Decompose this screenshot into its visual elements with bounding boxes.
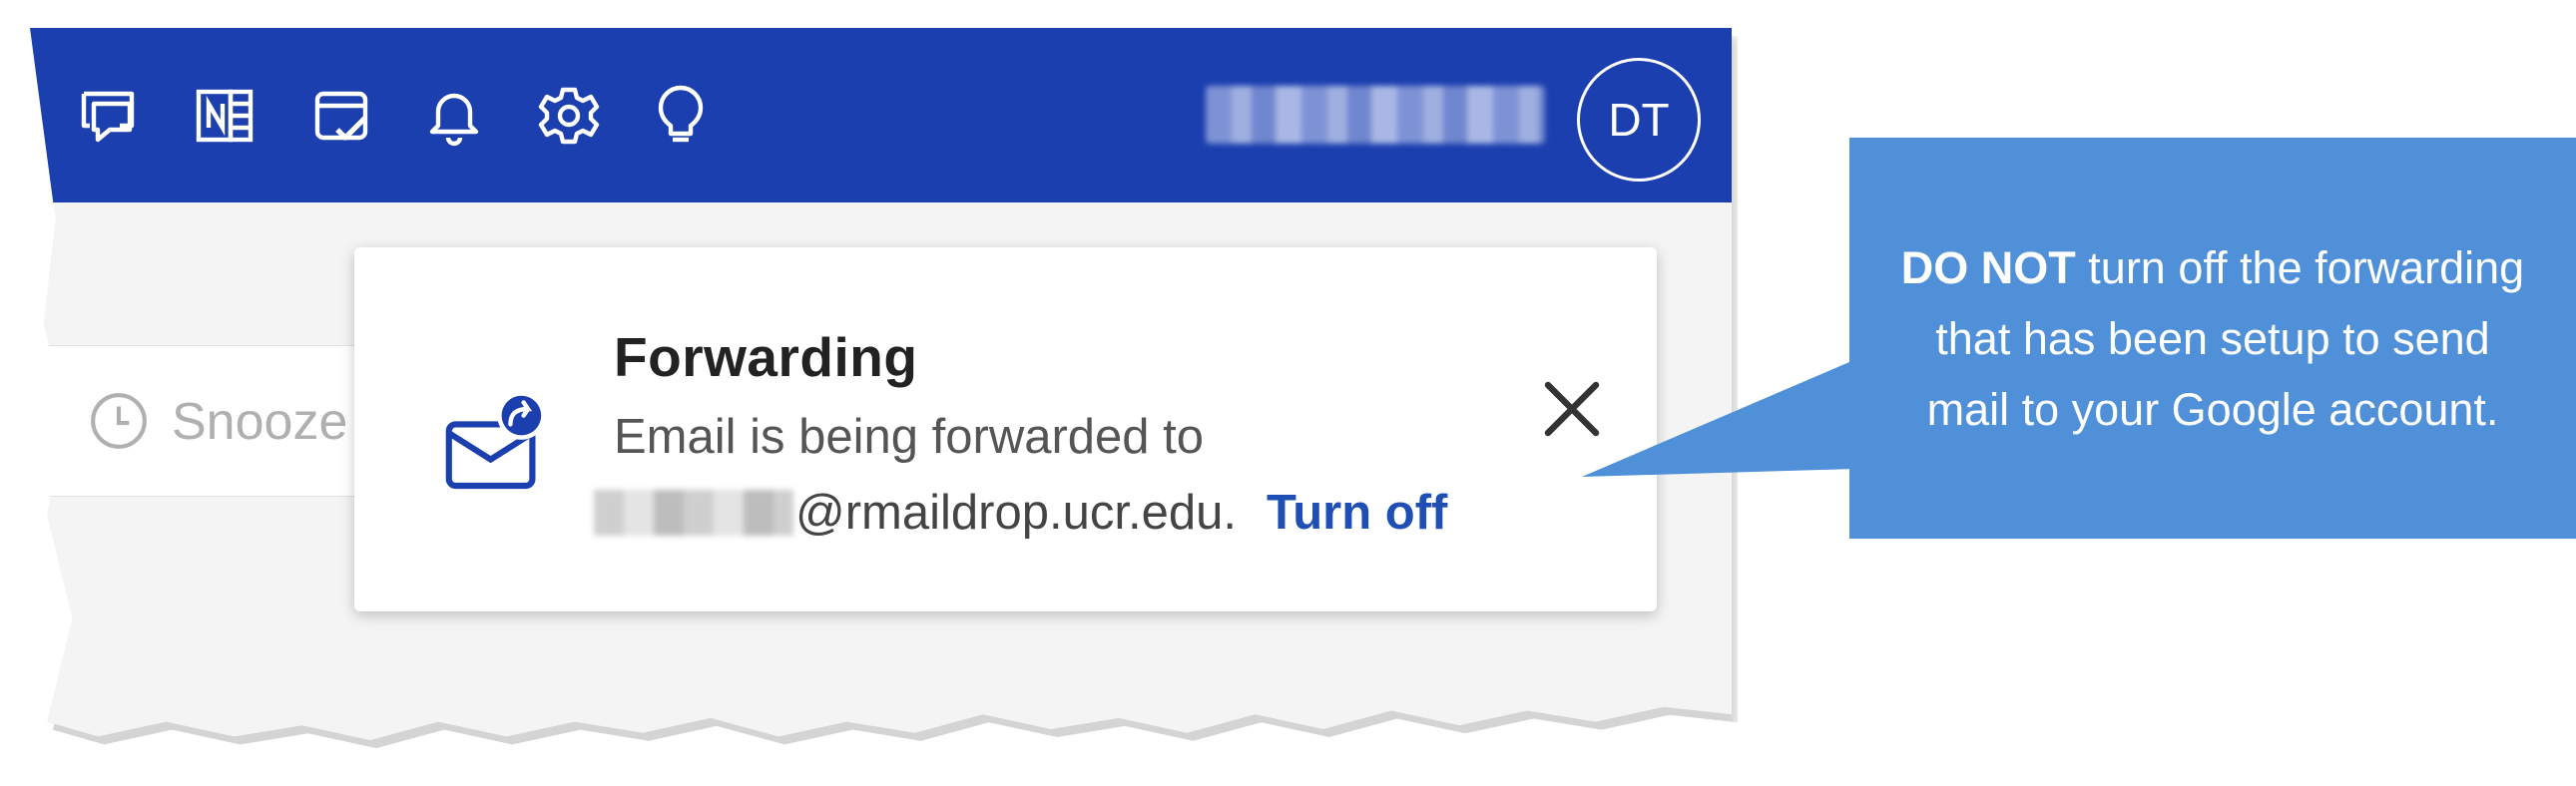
tips-lightbulb-icon[interactable] xyxy=(641,76,721,156)
snooze-button[interactable]: Snooze xyxy=(30,345,389,497)
clock-icon xyxy=(91,393,147,449)
redacted-user-name xyxy=(1206,86,1545,144)
settings-gear-icon[interactable] xyxy=(529,76,609,156)
onenote-icon[interactable] xyxy=(185,76,264,156)
snooze-label: Snooze xyxy=(172,393,348,451)
feedback-chat-icon[interactable] xyxy=(70,76,150,156)
outlook-screenshot: DT Snooze Forwarding Email is being forw… xyxy=(30,28,1732,741)
callout-pointer xyxy=(1582,359,1856,477)
notification-title: Forwarding xyxy=(614,326,918,388)
forwarding-notification: Forwarding Email is being forwarded to @… xyxy=(354,247,1657,611)
avatar-initials: DT xyxy=(1608,94,1670,146)
mail-forward-icon xyxy=(445,391,546,490)
notification-description: Email is being forwarded to xyxy=(614,410,1205,464)
redacted-email-user xyxy=(594,490,793,536)
callout-text: DO NOT turn off the forwarding that has … xyxy=(1893,232,2532,445)
callout-bold-warning: DO NOT xyxy=(1900,241,2076,293)
top-navigation-bar: DT xyxy=(30,28,1732,202)
turn-off-forwarding-link[interactable]: Turn off xyxy=(1267,485,1447,541)
forwarding-email-domain: @rmaildrop.ucr.edu. xyxy=(795,486,1237,540)
warning-callout: DO NOT turn off the forwarding that has … xyxy=(1849,138,2576,539)
notifications-bell-icon[interactable] xyxy=(414,76,494,156)
my-day-calendar-icon[interactable] xyxy=(301,76,381,156)
avatar[interactable]: DT xyxy=(1577,58,1701,182)
forwarding-address-row: @rmaildrop.ucr.edu. Turn off xyxy=(594,485,1447,541)
